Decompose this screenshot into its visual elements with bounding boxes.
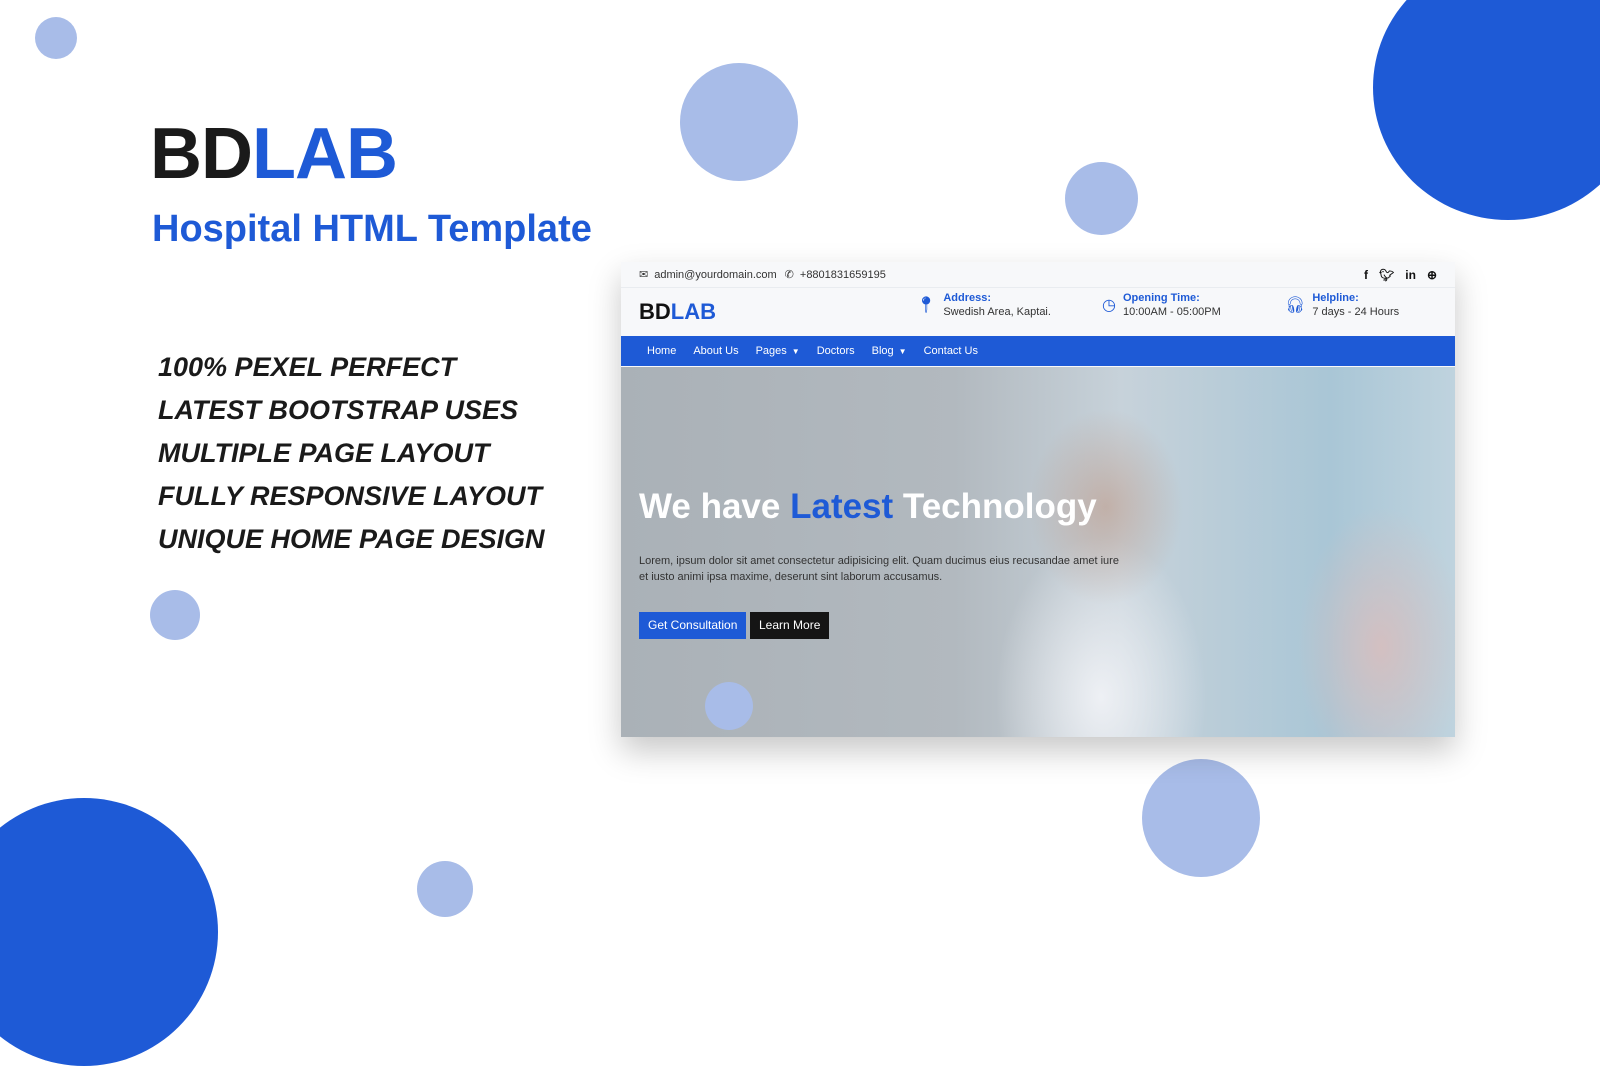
promo-brand-logo: BDLAB (150, 118, 398, 190)
decor-circle (1142, 759, 1260, 877)
address-label: Address: (943, 292, 991, 304)
nav-label: Contact Us (923, 345, 978, 357)
decor-circle (1373, 0, 1600, 220)
phone-text: +8801831659195 (799, 268, 886, 281)
promo-subtitle: Hospital HTML Template (152, 208, 592, 250)
decor-circle (150, 590, 200, 640)
nav-label: Blog (871, 345, 894, 357)
helpline-label: Helpline: (1312, 292, 1359, 304)
main-nav: Home About Us Pages ▼ Doctors Blog ▼ Conta… (621, 336, 1455, 366)
hero-title-part2: Technology (893, 487, 1097, 526)
decor-circle (35, 17, 77, 59)
logo-part1: BD (639, 299, 671, 324)
feature-item: FULLY RESPONSIVE LAYOUT (158, 481, 543, 511)
decor-circle (1065, 162, 1138, 235)
feature-item: UNIQUE HOME PAGE DESIGN (158, 524, 545, 554)
website-mockup: ✉ admin@yourdomain.com ✆ +8801831659195 … (621, 262, 1455, 737)
feature-item: LATEST BOOTSTRAP USES (158, 395, 519, 425)
email-text: admin@yourdomain.com (654, 268, 777, 281)
nav-label: Doctors (816, 345, 855, 357)
feature-item: 100% PEXEL PERFECT (158, 352, 457, 382)
address-info: 📍︎ Address: Swedish Area, Kaptai. (916, 292, 1051, 318)
nav-contact-us[interactable]: Contact Us (924, 345, 978, 357)
address-value: Swedish Area, Kaptai. (943, 306, 1051, 318)
feature-list: 100% PEXEL PERFECT LATEST BOOTSTRAP USES… (158, 346, 545, 561)
twitter-icon[interactable]: 🐦︎ (1379, 268, 1394, 282)
nav-pages[interactable]: Pages ▼ (756, 345, 800, 357)
opening-time-info: ◷ Opening Time: 10:00AM - 05:00PM (1102, 292, 1221, 318)
nav-label: About Us (693, 345, 739, 357)
decor-circle (0, 798, 218, 1066)
facebook-icon[interactable]: f (1364, 268, 1368, 282)
opening-label: Opening Time: (1122, 292, 1200, 304)
decor-circle (680, 63, 798, 181)
clock-icon: ◷ (1102, 297, 1116, 314)
social-links: f 🐦︎ in ⊕ (1364, 268, 1437, 282)
nav-label: Home (647, 345, 677, 357)
topbar-phone[interactable]: ✆ +8801831659195 (784, 268, 886, 282)
dribbble-icon[interactable]: ⊕ (1427, 268, 1437, 282)
site-header: BDLAB 📍︎ Address: Swedish Area, Kaptai. … (621, 288, 1455, 336)
hero-title-part1: We have (639, 487, 791, 526)
linkedin-icon[interactable]: in (1405, 268, 1416, 282)
decor-circle (417, 861, 473, 917)
hero-title-highlight: Latest (790, 487, 894, 526)
chevron-down-icon: ▼ (791, 346, 800, 356)
site-logo[interactable]: BDLAB (639, 299, 716, 325)
hero-description: Lorem, ipsum dolor sit amet consectetur … (639, 555, 1119, 583)
headset-icon: 🎧︎ (1285, 297, 1306, 314)
helpline-value: 7 days - 24 Hours (1312, 306, 1400, 318)
decor-circle (705, 682, 753, 730)
nav-home[interactable]: Home (647, 345, 676, 357)
phone-icon: ✆ (784, 269, 794, 281)
helpline-info: 🎧︎ Helpline: 7 days - 24 Hours (1285, 292, 1399, 318)
topbar-email[interactable]: ✉ admin@yourdomain.com (639, 268, 777, 282)
nav-blog[interactable]: Blog ▼ (872, 345, 907, 357)
topbar: ✉ admin@yourdomain.com ✆ +8801831659195 … (621, 262, 1455, 288)
opening-value: 10:00AM - 05:00PM (1122, 306, 1221, 318)
nav-label: Pages (755, 345, 787, 357)
hero-title: We have Latest Technology (639, 487, 1097, 527)
logo-part2: LAB (670, 299, 716, 324)
brand-part1: BD (150, 114, 253, 194)
nav-about-us[interactable]: About Us (693, 345, 738, 357)
feature-item: MULTIPLE PAGE LAYOUT (158, 438, 490, 468)
envelope-icon: ✉ (639, 269, 649, 281)
map-pin-icon: 📍︎ (916, 297, 937, 314)
nav-doctors[interactable]: Doctors (817, 345, 855, 357)
chevron-down-icon: ▼ (898, 346, 907, 356)
learn-more-button[interactable]: Learn More (750, 612, 830, 639)
hero-banner: We have Latest Technology Lorem, ipsum d… (621, 367, 1455, 737)
brand-part2: LAB (252, 114, 398, 194)
get-consultation-button[interactable]: Get Consultation (639, 612, 747, 639)
